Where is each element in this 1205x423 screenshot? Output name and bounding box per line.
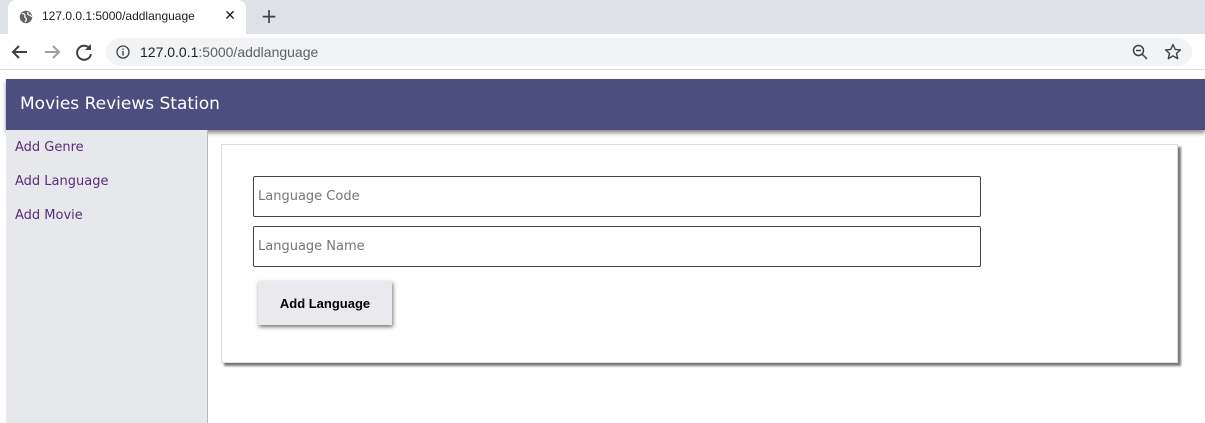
sidebar-item-add-language[interactable]: Add Language xyxy=(15,174,108,189)
browser-tab[interactable]: 127.0.0.1:5000/addlanguage ✕ xyxy=(8,0,246,34)
forward-arrow-icon[interactable] xyxy=(40,40,64,64)
page-content: Movies Reviews Station Add Genre Add Lan… xyxy=(0,71,1205,423)
tab-title: 127.0.0.1:5000/addlanguage xyxy=(42,9,195,23)
reload-icon[interactable] xyxy=(72,40,96,64)
zoom-out-icon[interactable] xyxy=(1132,44,1148,60)
add-language-form: Add Language xyxy=(221,144,1178,363)
language-code-input[interactable] xyxy=(253,176,981,217)
url-path: :5000/addlanguage xyxy=(198,44,319,60)
browser-tab-strip: 127.0.0.1:5000/addlanguage ✕ + xyxy=(0,0,1205,34)
browser-toolbar: 127.0.0.1:5000/addlanguage xyxy=(0,34,1205,70)
add-language-button[interactable]: Add Language xyxy=(258,281,392,325)
star-icon[interactable] xyxy=(1164,43,1182,61)
url-text: 127.0.0.1:5000/addlanguage xyxy=(140,44,318,60)
close-icon[interactable]: ✕ xyxy=(222,8,238,24)
url-host: 127.0.0.1 xyxy=(140,44,199,60)
sidebar: Add Genre Add Language Add Movie xyxy=(6,130,208,423)
plus-icon[interactable]: + xyxy=(258,5,280,27)
address-bar[interactable]: 127.0.0.1:5000/addlanguage xyxy=(106,38,1192,66)
sidebar-item-add-movie[interactable]: Add Movie xyxy=(15,208,83,223)
language-name-input[interactable] xyxy=(253,226,981,267)
globe-icon xyxy=(19,10,33,24)
sidebar-item-add-genre[interactable]: Add Genre xyxy=(15,140,84,155)
back-arrow-icon[interactable] xyxy=(8,40,32,64)
info-icon[interactable] xyxy=(116,45,130,59)
app-title: Movies Reviews Station xyxy=(20,94,220,114)
app-header: Movies Reviews Station xyxy=(6,79,1205,130)
